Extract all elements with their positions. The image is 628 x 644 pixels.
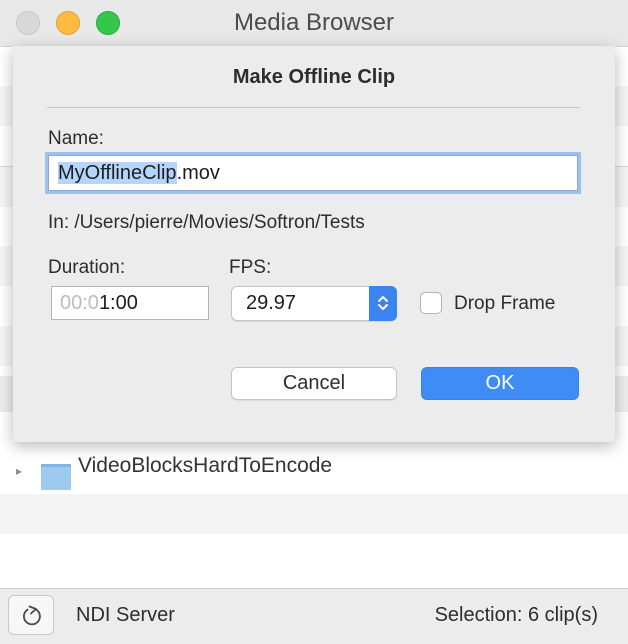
- window-title: Media Browser: [233, 9, 395, 36]
- duration-label: Duration:: [48, 257, 126, 278]
- media-browser-window: Media Browser ▸ VideoBlocksHardToEncode …: [0, 0, 628, 644]
- location-text: In: /Users/pierre/Movies/Softron/Tests: [48, 212, 365, 233]
- ok-button[interactable]: OK: [421, 367, 579, 400]
- drop-frame-checkbox[interactable]: [420, 292, 442, 314]
- sheet-title: Make Offline Clip: [232, 66, 396, 88]
- drop-frame-label[interactable]: Drop Frame: [454, 293, 555, 315]
- name-label: Name:: [48, 128, 104, 149]
- disclosure-triangle-icon[interactable]: ▸: [16, 464, 22, 478]
- folder-icon: [41, 464, 71, 490]
- folder-name: VideoBlocksHardToEncode: [78, 454, 333, 477]
- duration-field[interactable]: 00:01:00: [51, 286, 209, 320]
- name-selected-text: MyOfflineClip: [58, 162, 177, 184]
- folder-row[interactable]: ▸ VideoBlocksHardToEncode: [0, 454, 628, 500]
- fps-label: FPS:: [229, 257, 272, 278]
- fps-value: 29.97: [246, 292, 297, 314]
- cancel-button[interactable]: Cancel: [231, 367, 397, 400]
- divider: [47, 107, 581, 108]
- list-row: [0, 534, 628, 574]
- duration-value: 1:00: [98, 292, 138, 314]
- name-field[interactable]: MyOfflineClip.mov: [48, 155, 578, 191]
- make-offline-clip-sheet: Make Offline Clip Name: MyOfflineClip.mo…: [13, 46, 615, 442]
- list-row: [0, 494, 628, 534]
- refresh-icon: [23, 605, 41, 626]
- ndi-server-label: NDI Server: [76, 604, 175, 626]
- duration-placeholder-digits: 00:0: [60, 292, 99, 314]
- refresh-button[interactable]: [8, 595, 54, 635]
- fps-select[interactable]: 29.97: [231, 286, 397, 321]
- title-bar: Media Browser: [0, 0, 628, 47]
- fps-stepper[interactable]: [369, 286, 397, 321]
- selection-status: Selection: 6 clip(s): [434, 604, 598, 626]
- up-down-chevron-icon: [378, 296, 388, 310]
- name-extension-text: .mov: [176, 162, 220, 184]
- bottom-bar: NDI Server Selection: 6 clip(s): [0, 588, 628, 644]
